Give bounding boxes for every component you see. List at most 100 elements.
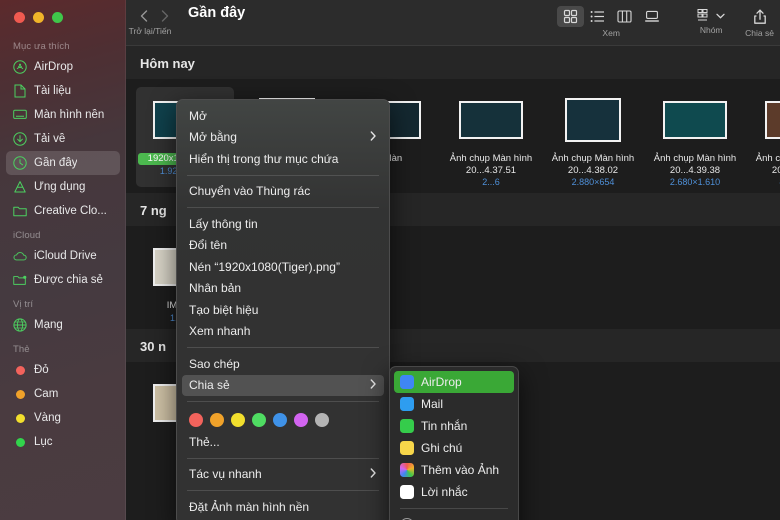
sidebar-item-t-i-li-u[interactable]: Tài liệu [6,79,120,103]
menu-item[interactable]: Chuyển vào Thùng rác [182,181,384,203]
sidebar-item-ng-d-ng[interactable]: Ứng dụng [6,175,120,199]
menu-item[interactable]: Mở bằng [182,127,384,149]
menu-item[interactable]: Tạo biệt hiệu [182,299,384,321]
maximize-button[interactable] [52,12,63,23]
sidebar-item-icloud-drive[interactable]: iCloud Drive [6,244,120,268]
file-thumbnail [750,91,780,149]
sidebar-item-label: Lục [34,436,53,448]
folder-icon [13,204,27,218]
file-thumbnail [444,91,538,149]
file-tile[interactable]: Ảnh chụp Màn hình 20...4.39.38 2.680×1.61… [646,87,744,187]
share-icon[interactable] [747,6,773,27]
view-caption: Xem [602,28,620,38]
menu-item-label: Chuyển vào Thùng rác [189,184,311,199]
group-by-group: Nhóm [693,0,729,35]
sidebar-item-label: Tài liệu [34,85,72,97]
menu-item[interactable]: Nhân bản [182,278,384,300]
sidebar-item-m-ng[interactable]: Mạng [6,313,120,337]
tag-swatch[interactable] [294,413,308,427]
applications-icon [13,180,27,194]
menu-item-label: Lấy thông tin [189,216,258,231]
sidebar-item-label: Gần đây [34,157,78,169]
share-menu-item[interactable]: Mail [394,393,514,415]
forward-button[interactable] [155,6,174,25]
menu-separator [187,457,379,459]
menu-separator [187,207,379,208]
view-group: Xem [557,0,665,38]
tag-swatch[interactable] [315,413,329,427]
sidebar-item-creative-clo[interactable]: Creative Clo... [6,199,120,223]
column-view-icon[interactable] [611,6,638,27]
tag-color-swatches[interactable] [177,407,389,431]
minimize-button[interactable] [33,12,44,23]
sidebar-item-v-ng[interactable]: Vàng [6,406,120,430]
menu-item[interactable]: Đặt Ảnh màn hình nền [182,496,384,518]
sidebar-item-label: Vàng [34,412,61,424]
tag-swatch[interactable] [231,413,245,427]
tag-swatch[interactable] [210,413,224,427]
file-group-header: Hôm nay [126,46,780,79]
share-menu-item[interactable]: Tin nhắn [394,415,514,437]
sidebar: Mục ưa thích AirDrop Tài liệu Màn hình nền T… [0,0,126,520]
sidebar-item-m-n-h-nh-n-n[interactable]: Màn hình nền [6,103,120,127]
tag-swatch[interactable] [189,413,203,427]
share-menu-item[interactable]: Thêm vào Ảnh [394,459,514,481]
context-menu[interactable]: Mở Mở bằng Hiển thị trong thư mục chứa Chuy… [176,99,390,520]
menu-item-label: Tạo biệt hiệu [189,302,259,317]
sidebar-item-airdrop[interactable]: AirDrop [6,55,120,79]
chevron-right-icon [370,131,377,144]
file-name: Ảnh chụp Màn hình 20...4.40.37 [755,153,780,176]
menu-item[interactable]: Chia sẻ [182,374,384,396]
menu-item[interactable]: Đổi tên [182,235,384,257]
menu-separator [187,401,379,402]
sidebar-item-g-n-y[interactable]: Gần đây [6,151,120,175]
share-submenu[interactable]: AirDrop Mail Tin nhắn Ghi chú Thêm vào Ảnh Lờ… [389,366,519,520]
menu-item-label: Nén “1920x1080(Tiger).png” [189,259,340,274]
sidebar-item-label: iCloud Drive [34,250,97,262]
tag-swatch[interactable] [252,413,266,427]
file-name: Ảnh chụp Màn hình 20...4.38.02 [551,153,635,176]
back-button[interactable] [134,6,153,25]
menu-item-label: Chia sẻ [189,378,230,393]
menu-item[interactable]: Tác vụ nhanh [182,464,384,486]
list-view-icon[interactable] [584,6,611,27]
sidebar-item-l-c[interactable]: Lục [6,430,120,454]
menu-item[interactable]: Sao chép [182,353,384,375]
reminders-app-icon [400,485,414,499]
nav-caption: Trở lại/Tiến [128,26,172,36]
sidebar-item-[interactable]: Đỏ [6,358,120,382]
icon-view-icon[interactable] [557,6,585,27]
menu-item[interactable]: Xem nhanh [182,321,384,343]
share-menu-item[interactable]: Ghi chú [394,437,514,459]
group-by-button[interactable] [693,6,729,24]
share-menu-item-label: Ghi chú [421,441,463,455]
share-group: Chia sẻ [745,0,774,38]
share-menu-item[interactable]: Lời nhắc [394,481,514,503]
sidebar-item-c-chia-s[interactable]: Được chia sẻ [6,268,120,292]
mail-app-icon [400,397,414,411]
menu-item[interactable]: Hiển thị trong thư mục chứa [182,148,384,170]
sidebar-item-label: Màn hình nền [34,109,105,121]
file-tile[interactable]: Ảnh chụp Màn hình 20...4.37.51 2...6 [442,87,540,187]
tag-dot-icon [15,437,25,447]
sidebar-item-t-i-v[interactable]: Tải về [6,127,120,151]
messages-app-icon [400,419,414,433]
chevron-right-icon [370,379,377,392]
file-tile[interactable]: Ảnh chụp Màn hình 20...4.40.37842×520 [748,87,780,187]
gallery-view-icon[interactable] [638,6,665,27]
close-button[interactable] [14,12,25,23]
menu-item[interactable]: Thẻ... [182,431,384,453]
menu-separator [187,174,379,176]
menu-item[interactable]: Nén “1920x1080(Tiger).png” [182,256,384,278]
share-menu-item[interactable]: AirDrop [394,371,514,393]
chevron-right-icon [370,468,377,481]
menu-item[interactable]: Lấy thông tin [182,213,384,235]
tag-swatch[interactable] [273,413,287,427]
toolbar: Trở lại/Tiến Gần đây Xem Nhóm Chia sẻ [126,0,780,46]
share-menu-item[interactable]: ···Thêm... [394,514,514,520]
sidebar-item-cam[interactable]: Cam [6,382,120,406]
cloud-icon [13,249,27,263]
share-menu-item-label: Thêm vào Ảnh [421,463,500,477]
menu-item[interactable]: Mở [182,105,384,127]
file-tile[interactable]: Ảnh chụp Màn hình 20...4.38.02 2.880×654 [544,87,642,187]
